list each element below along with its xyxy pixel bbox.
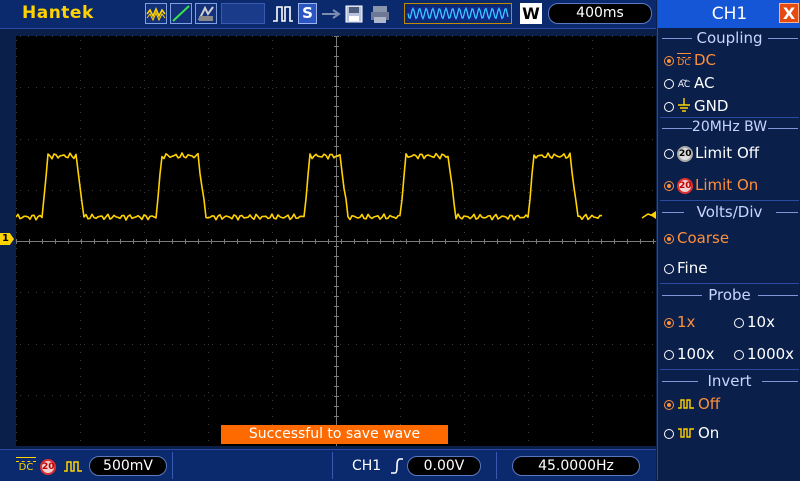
probe-1000x-option[interactable]: 1000x — [734, 345, 794, 363]
invert-off-wave-icon — [677, 396, 695, 414]
invert-section-title: Invert — [707, 372, 752, 390]
separator — [172, 452, 173, 479]
probe-1000x-label: 1000x — [747, 345, 795, 363]
section-divider — [660, 283, 799, 284]
volts-fine-option[interactable]: Fine — [664, 259, 707, 277]
coupling-gnd-label: GND — [694, 97, 729, 115]
invert-on-option[interactable]: On — [664, 424, 719, 443]
bw-20-on-icon: 20 — [677, 177, 693, 194]
volts-coarse-label: Coarse — [677, 229, 730, 247]
section-divider — [660, 200, 799, 201]
ground-icon — [677, 97, 691, 116]
save-icon[interactable] — [344, 4, 364, 28]
brand-logo: Hantek — [22, 3, 94, 23]
close-panel-button[interactable]: X — [779, 3, 799, 23]
dc-coupling-text: DC — [18, 462, 34, 473]
separator — [496, 452, 497, 479]
probe-10x-label: 10x — [747, 313, 775, 331]
probe-section-title: Probe — [708, 286, 751, 304]
timebase-readout[interactable]: 400ms — [548, 3, 652, 24]
trigger-pulse-icon[interactable] — [272, 4, 294, 28]
section-divider — [660, 369, 799, 370]
ch1-menu-panel: CH1 X Coupling DC DC ∼ AC AC GND 20MHz BW 2… — [657, 0, 800, 480]
volts-coarse-option[interactable]: Coarse — [664, 229, 729, 247]
usb-icon[interactable] — [321, 6, 341, 26]
save-status-toast: Successful to save wave — [221, 425, 448, 444]
coupling-section-title: Coupling — [696, 29, 763, 47]
invert-off-label: Off — [698, 395, 721, 413]
invert-on-label: On — [698, 424, 720, 442]
probe-10x-option[interactable]: 10x — [734, 313, 775, 331]
probe-1x-option[interactable]: 1x — [664, 313, 695, 331]
single-trigger-button[interactable]: S — [298, 3, 317, 24]
window-mode-button[interactable]: W — [520, 3, 542, 24]
section-divider — [660, 117, 799, 118]
persist-icon[interactable] — [195, 3, 217, 24]
invert-on-wave-icon — [677, 425, 695, 443]
bw-limit-on-option[interactable]: 20 Limit On — [664, 176, 758, 194]
trigger-source-label[interactable]: CH1 — [352, 456, 381, 476]
probe-100x-option[interactable]: 100x — [664, 345, 715, 363]
volts-div-readout[interactable]: 500mV — [89, 456, 167, 476]
bw-20-icon: 20 — [40, 458, 56, 475]
ch1-level-marker[interactable]: 1 — [0, 233, 14, 245]
bw-limit-off-option[interactable]: 20 Limit Off — [664, 144, 759, 162]
invert-off-icon — [63, 458, 83, 477]
bottom-status-bar: DC 20 500mV CH1 0.00V 45.0000Hz — [0, 449, 656, 481]
coupling-ac-option[interactable]: ∼ AC AC — [664, 74, 714, 92]
bw-20-off-icon: 20 — [677, 145, 693, 162]
frequency-readout: 45.0000Hz — [512, 456, 640, 476]
waveform-grid — [16, 36, 656, 446]
status-blank-box — [221, 3, 265, 24]
print-icon[interactable] — [369, 4, 391, 28]
probe-100x-label: 100x — [677, 345, 715, 363]
trigger-level-readout[interactable]: 0.00V — [407, 456, 481, 476]
memory-depth-wave-icon[interactable] — [404, 3, 512, 24]
rising-edge-icon[interactable] — [390, 458, 404, 478]
ac-icon: ∼ AC — [677, 76, 691, 90]
acquire-mode-icon[interactable] — [145, 3, 167, 24]
volts-section-title: Volts/Div — [696, 203, 763, 221]
top-toolbar: Hantek S W 400ms — [0, 0, 656, 29]
bw-limit-off-label: Limit Off — [695, 144, 760, 162]
volts-fine-label: Fine — [677, 259, 708, 277]
coupling-dc-label: DC — [694, 51, 717, 69]
separator — [332, 452, 333, 479]
invert-off-option[interactable]: Off — [664, 395, 720, 414]
dc-icon: DC — [677, 53, 691, 68]
coupling-dc-option[interactable]: DC DC — [664, 51, 716, 69]
coupling-ac-label: AC — [694, 74, 715, 92]
dc-coupling-icon: DC — [16, 457, 36, 473]
coupling-gnd-option[interactable]: GND — [664, 97, 728, 116]
bw-limit-icon: 20 — [40, 456, 58, 475]
probe-1x-label: 1x — [677, 313, 696, 331]
vector-display-icon[interactable] — [170, 3, 192, 24]
bw-limit-on-label: Limit On — [695, 176, 759, 194]
bw-section-title: 20MHz BW — [691, 119, 768, 135]
